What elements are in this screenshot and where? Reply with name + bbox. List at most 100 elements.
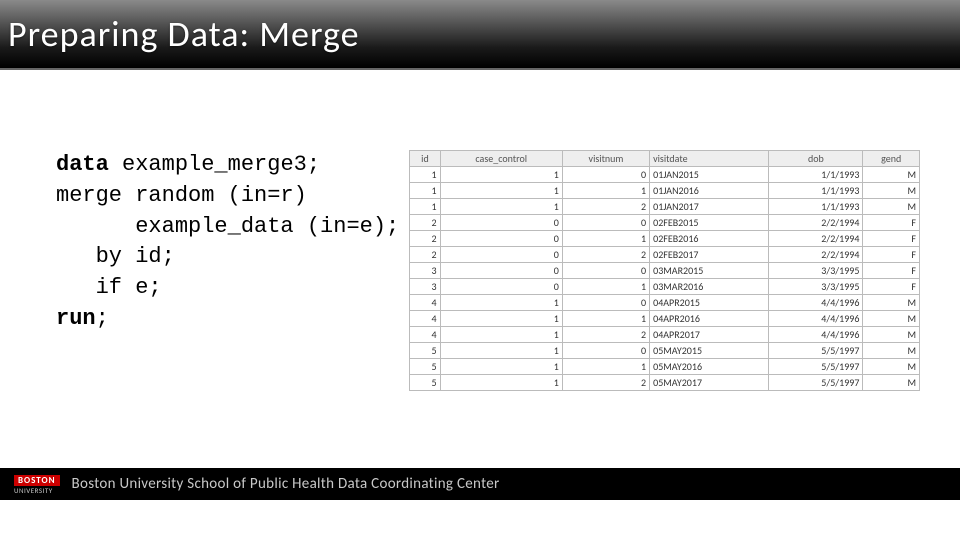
table-cell: 2/2/1994 xyxy=(769,231,863,247)
table-cell: M xyxy=(863,199,920,215)
code-line-2: merge random (in=r) xyxy=(56,183,307,208)
col-id: id xyxy=(410,151,440,167)
table-cell: 2 xyxy=(562,327,649,343)
table-row: 11201JAN20171/1/1993M xyxy=(410,199,920,215)
code-block: data example_merge3; merge random (in=r)… xyxy=(56,150,399,391)
table-cell: F xyxy=(863,215,920,231)
table-cell: 01JAN2017 xyxy=(650,199,769,215)
table-cell: 5 xyxy=(410,375,440,391)
table-cell: 1 xyxy=(440,199,562,215)
keyword-data: data xyxy=(56,152,109,177)
table-cell: 1 xyxy=(440,343,562,359)
table-cell: 1/1/1993 xyxy=(769,167,863,183)
table-cell: 4 xyxy=(410,295,440,311)
table-cell: 0 xyxy=(562,295,649,311)
content-area: data example_merge3; merge random (in=r)… xyxy=(0,70,960,391)
table-cell: 1 xyxy=(562,183,649,199)
table-row: 41104APR20164/4/1996M xyxy=(410,311,920,327)
table-row: 41004APR20154/4/1996M xyxy=(410,295,920,311)
table-cell: M xyxy=(863,343,920,359)
table-row: 30103MAR20163/3/1995F xyxy=(410,279,920,295)
table-cell: 05MAY2015 xyxy=(650,343,769,359)
col-case-control: case_control xyxy=(440,151,562,167)
table-cell: M xyxy=(863,311,920,327)
table-cell: 1/1/1993 xyxy=(769,183,863,199)
table-cell: 0 xyxy=(562,343,649,359)
table-cell: 1 xyxy=(562,311,649,327)
table-cell: 0 xyxy=(562,263,649,279)
table-cell: M xyxy=(863,359,920,375)
table-cell: 0 xyxy=(440,247,562,263)
table-cell: 02FEB2016 xyxy=(650,231,769,247)
table-cell: 1 xyxy=(440,359,562,375)
footer-text: Boston University School of Public Healt… xyxy=(72,475,500,493)
table-cell: 3 xyxy=(410,263,440,279)
table-row: 20202FEB20172/2/1994F xyxy=(410,247,920,263)
table-cell: 2 xyxy=(562,199,649,215)
table-row: 11101JAN20161/1/1993M xyxy=(410,183,920,199)
table-cell: 04APR2015 xyxy=(650,295,769,311)
table-cell: 1 xyxy=(440,167,562,183)
table-cell: 0 xyxy=(562,215,649,231)
code-line-4: by id; xyxy=(56,244,175,269)
table-row: 20002FEB20152/2/1994F xyxy=(410,215,920,231)
code-line-5: if e; xyxy=(56,275,162,300)
col-visitnum: visitnum xyxy=(562,151,649,167)
table-cell: 1 xyxy=(562,279,649,295)
table-cell: 1 xyxy=(410,199,440,215)
table-cell: 02FEB2017 xyxy=(650,247,769,263)
table-header-row: id case_control visitnum visitdate dob g… xyxy=(410,151,920,167)
table-cell: 1/1/1993 xyxy=(769,199,863,215)
table-row: 51205MAY20175/5/1997M xyxy=(410,375,920,391)
code-line-3: example_data (in=e); xyxy=(56,214,399,239)
table-cell: 5/5/1997 xyxy=(769,343,863,359)
data-table: id case_control visitnum visitdate dob g… xyxy=(409,150,920,391)
table-row: 51005MAY20155/5/1997M xyxy=(410,343,920,359)
table-cell: 1 xyxy=(410,167,440,183)
table-cell: 0 xyxy=(440,263,562,279)
table-row: 11001JAN20151/1/1993M xyxy=(410,167,920,183)
table-cell: 05MAY2016 xyxy=(650,359,769,375)
table-cell: M xyxy=(863,295,920,311)
table-cell: F xyxy=(863,263,920,279)
code-line-1: example_merge3; xyxy=(109,152,320,177)
logo-top: BOSTON xyxy=(14,475,60,486)
table-row: 20102FEB20162/2/1994F xyxy=(410,231,920,247)
table-cell: 3/3/1995 xyxy=(769,263,863,279)
col-gend: gend xyxy=(863,151,920,167)
table-cell: 1 xyxy=(440,375,562,391)
table-cell: 0 xyxy=(440,279,562,295)
table-cell: 03MAR2016 xyxy=(650,279,769,295)
table-cell: 4 xyxy=(410,327,440,343)
table-cell: 2 xyxy=(410,231,440,247)
table-cell: 01JAN2016 xyxy=(650,183,769,199)
table-cell: 4/4/1996 xyxy=(769,327,863,343)
table-cell: 1 xyxy=(440,327,562,343)
table-cell: 2 xyxy=(410,215,440,231)
title-bar: Preparing Data: Merge xyxy=(0,0,960,70)
table-cell: M xyxy=(863,183,920,199)
table-cell: M xyxy=(863,167,920,183)
table-cell: 3 xyxy=(410,279,440,295)
table-cell: 4/4/1996 xyxy=(769,311,863,327)
table-cell: 1 xyxy=(440,183,562,199)
table-cell: 5 xyxy=(410,359,440,375)
table-cell: 1 xyxy=(440,311,562,327)
table-cell: 2 xyxy=(562,247,649,263)
table-cell: 5 xyxy=(410,343,440,359)
table-cell: 0 xyxy=(440,215,562,231)
col-dob: dob xyxy=(769,151,863,167)
code-line-6: ; xyxy=(96,306,109,331)
table-cell: 05MAY2017 xyxy=(650,375,769,391)
table-cell: 04APR2017 xyxy=(650,327,769,343)
table-cell: 0 xyxy=(440,231,562,247)
table-cell: 4/4/1996 xyxy=(769,295,863,311)
col-visitdate: visitdate xyxy=(650,151,769,167)
table-cell: 1 xyxy=(562,359,649,375)
table-cell: 2/2/1994 xyxy=(769,247,863,263)
table-cell: F xyxy=(863,231,920,247)
table-cell: 2 xyxy=(562,375,649,391)
page-title: Preparing Data: Merge xyxy=(8,12,360,56)
table-cell: 1 xyxy=(410,183,440,199)
table-cell: M xyxy=(863,375,920,391)
